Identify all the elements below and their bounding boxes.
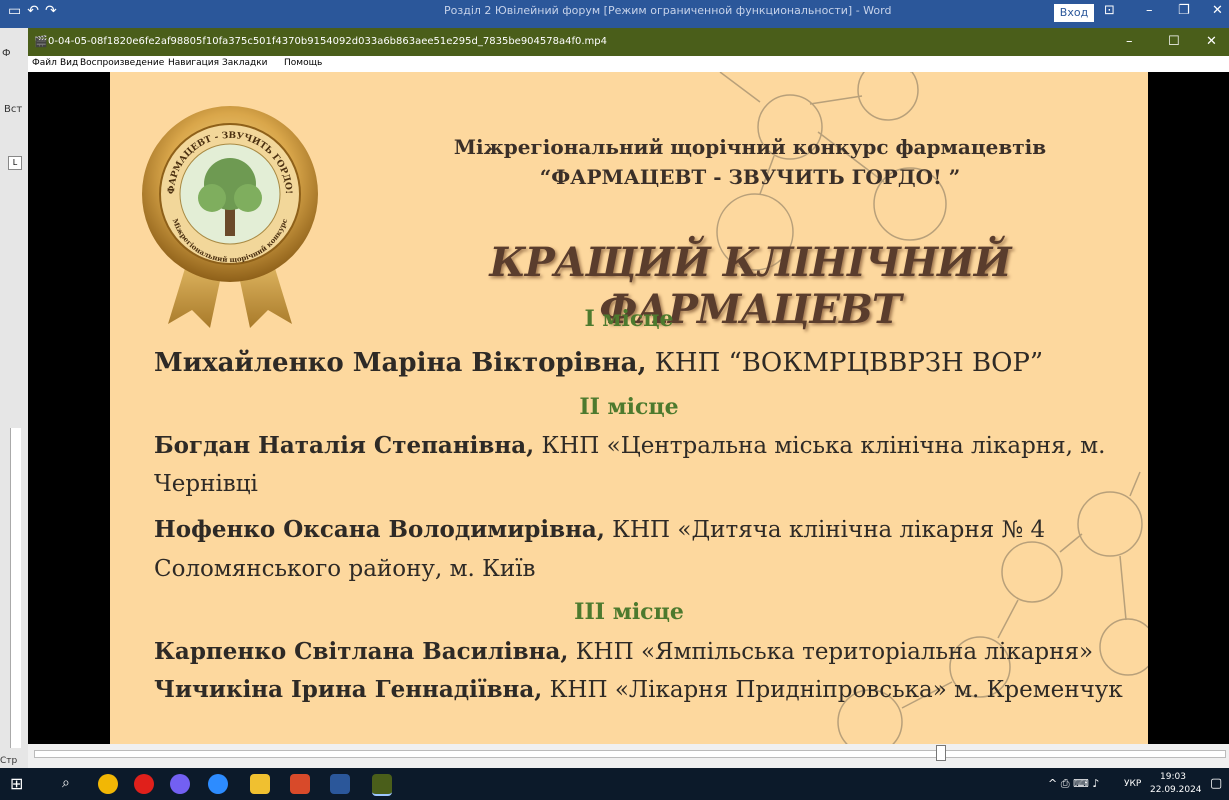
tray-icons[interactable]: ^ ⎙ ⌨ ♪ [1048, 777, 1099, 791]
player-app-icon: 🎬 [34, 35, 48, 48]
video-area[interactable]: ФАРМАЦЕВТ - ЗВУЧИТЬ ГОРДО! Міжрегіональн… [28, 72, 1229, 744]
winner-2-org-cont: Чернівці [154, 471, 258, 497]
winner-4: Карпенко Світлана Василівна, КНП «Ямпіль… [154, 638, 1134, 665]
word-file-tab[interactable]: Ф [2, 48, 11, 59]
opera-icon[interactable] [134, 774, 154, 794]
word-close-icon[interactable]: ✕ [1212, 3, 1223, 18]
winner-5: Чичикіна Ірина Геннадіївна, КНП «Лікарня… [154, 676, 1134, 703]
winner-3: Нофенко Оксана Володимирівна, КНП «Дитяч… [154, 516, 1134, 543]
winner-2-org: КНП «Центральна міська клінічна лікарня,… [534, 433, 1106, 459]
clock-time[interactable]: 19:03 [1160, 772, 1186, 782]
player-title-bar: 🎬 0-04-05-08f1820e6fe2af98805f10fa375c50… [28, 28, 1229, 56]
media-player-icon[interactable] [372, 774, 392, 796]
player-minimize-icon[interactable]: – [1126, 34, 1133, 49]
tab-stop-selector[interactable]: L [8, 156, 22, 170]
winner-2-name: Богдан Наталія Степанівна, [154, 432, 535, 459]
windows-start-icon[interactable]: ⊞ [10, 774, 23, 793]
chrome-icon[interactable] [98, 774, 118, 794]
word-title-bar: ▭↶↷ Розділ 2 Ювілейний форум [Режим огра… [0, 0, 1229, 28]
player-seek-bar[interactable] [28, 744, 1229, 768]
winner-4-name: Карпенко Світлана Василівна, [154, 638, 569, 665]
winner-1-name: Михайленко Маріна Вікторівна, [154, 348, 647, 378]
winner-5-name: Чичикіна Ірина Геннадіївна, [154, 676, 543, 703]
vertical-ruler [10, 428, 21, 748]
windows-taskbar: ⊞ ⌕ ^ ⎙ ⌨ ♪ УКР 19:03 22.09.2024 ▢ [0, 768, 1229, 800]
notifications-icon[interactable]: ▢ [1210, 776, 1222, 791]
winner-2: Богдан Наталія Степанівна, КНП «Централь… [154, 432, 1134, 459]
second-place-label: ІІ місце [579, 394, 679, 420]
player-close-icon[interactable]: ✕ [1206, 34, 1217, 49]
menu-navigation[interactable]: Навигация [168, 58, 219, 68]
player-file-title: 0-04-05-08f1820e6fe2af98805f10fa375c501f… [48, 36, 607, 47]
contest-medal-logo: ФАРМАЦЕВТ - ЗВУЧИТЬ ГОРДО! Міжрегіональн… [142, 106, 318, 328]
menu-help[interactable]: Помощь [284, 58, 322, 68]
ribbon-display-icon[interactable]: ⊡ [1104, 3, 1115, 18]
winner-5-org: КНП «Лікарня Придніпровська» м. Кременчу… [542, 677, 1123, 703]
mobile-app-icon[interactable] [290, 774, 310, 794]
menu-file[interactable]: Файл [32, 58, 57, 68]
word-insert-tab[interactable]: Вст [4, 104, 22, 115]
menu-playback[interactable]: Воспроизведение [80, 58, 164, 68]
word-signin-button[interactable]: Вход [1054, 4, 1094, 22]
winner-4-org: КНП «Ямпільська територіальна лікарня» [568, 639, 1094, 665]
winner-3-org: КНП «Дитяча клінічна лікарня № 4 [604, 517, 1046, 543]
word-restore-icon[interactable]: ❐ [1178, 3, 1190, 18]
contest-header-line1: Міжрегіональний щорічний конкурс фармаце… [453, 135, 1047, 159]
word-status-page: Стр [0, 756, 18, 766]
zoom-icon[interactable] [208, 774, 228, 794]
word-minimize-icon[interactable]: – [1146, 3, 1153, 18]
media-player-window: 🎬 0-04-05-08f1820e6fe2af98805f10fa375c50… [28, 28, 1229, 768]
word-quick-access-icons[interactable]: ▭↶↷ [8, 3, 63, 19]
winner-1-org: КНП “ВОКМРЦВВРЗН ВОР” [646, 348, 1044, 378]
winner-3-name: Нофенко Оксана Володимирівна, [154, 516, 605, 543]
contest-header: Міжрегіональний щорічний конкурс фармаце… [440, 132, 1060, 192]
search-icon[interactable]: ⌕ [62, 775, 70, 791]
winner-3-org-cont: Соломянського району, м. Київ [154, 556, 536, 582]
contest-header-line2: “ФАРМАЦЕВТ - ЗВУЧИТЬ ГОРДО! ” [539, 165, 961, 189]
word-icon[interactable] [330, 774, 350, 794]
player-menu-bar: Файл Вид Воспроизведение Навигация Закла… [28, 56, 1229, 72]
menu-view[interactable]: Вид [60, 58, 78, 68]
first-place-label: І місце [584, 306, 674, 332]
seek-track[interactable] [34, 750, 1226, 758]
player-maximize-icon[interactable]: ☐ [1168, 34, 1180, 49]
video-frame-slide: ФАРМАЦЕВТ - ЗВУЧИТЬ ГОРДО! Міжрегіональн… [110, 72, 1148, 744]
word-window-title: Розділ 2 Ювілейний форум [Режим ограниче… [444, 4, 892, 17]
file-explorer-icon[interactable] [250, 774, 270, 794]
clock-date[interactable]: 22.09.2024 [1150, 785, 1202, 795]
menu-bookmarks[interactable]: Закладки [222, 58, 268, 68]
third-place-label: ІІІ місце [574, 599, 684, 625]
seek-thumb[interactable] [935, 745, 946, 761]
viber-icon[interactable] [170, 774, 190, 794]
language-indicator[interactable]: УКР [1124, 779, 1141, 789]
winner-1: Михайленко Маріна Вікторівна, КНП “ВОКМР… [154, 348, 1134, 378]
